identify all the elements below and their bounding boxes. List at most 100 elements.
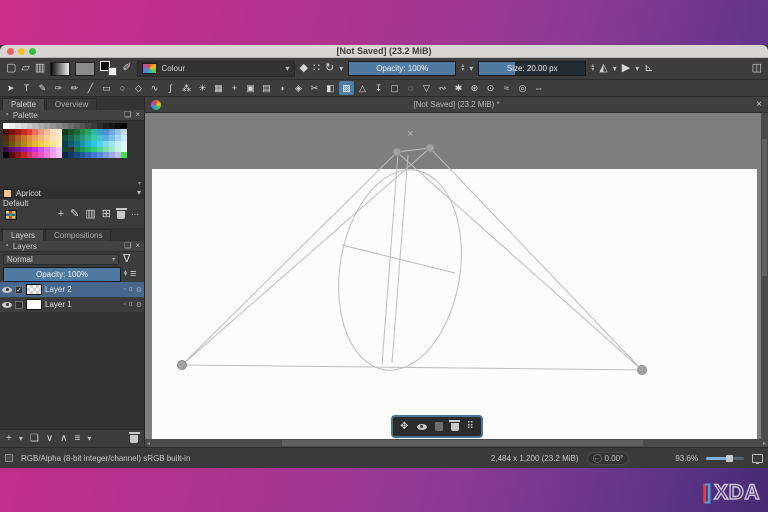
tool-line[interactable]: ╱	[83, 81, 98, 95]
docker-float-icon[interactable]: ❏	[124, 111, 131, 119]
move-layer-down-button[interactable]: ∨	[46, 433, 53, 444]
selection-display-icon[interactable]	[5, 454, 13, 462]
assistant-visibility-icon[interactable]	[416, 423, 427, 430]
add-swatch-button[interactable]: +	[58, 209, 64, 220]
add-layer-dropdown-icon[interactable]: ▾	[19, 434, 23, 443]
layer-opacity-slider[interactable]: Opacity: 100%	[3, 266, 121, 282]
vertical-scrollbar[interactable]	[761, 113, 768, 439]
tool-move[interactable]: +	[227, 81, 242, 95]
tool-smart-patch[interactable]: ✂	[307, 81, 322, 95]
duplicate-layer-button[interactable]: ❏	[30, 433, 39, 444]
assistant-delete-handle[interactable]: ×	[407, 128, 413, 140]
tool-rectangular-select[interactable]: ▢	[387, 81, 402, 95]
layer-alpha-icon[interactable]: α	[129, 301, 133, 309]
close-document-icon[interactable]: ×	[756, 99, 762, 110]
vertical-scrollbar-thumb[interactable]	[762, 139, 767, 276]
tool-calligraphy[interactable]: ✑	[51, 81, 66, 95]
canvas-rotation-control[interactable]: ← 0.00°	[586, 451, 630, 465]
tab-layers[interactable]: Layers	[2, 229, 45, 241]
save-icon[interactable]: ▥	[35, 63, 45, 74]
layer-checkbox[interactable]: ✓	[15, 285, 23, 294]
tool-dynamic-brush[interactable]: ⁂	[179, 81, 194, 95]
layer-properties-button[interactable]: ≡	[74, 433, 80, 444]
tool-polygonal-select[interactable]: ▽	[419, 81, 434, 95]
gradient-dropdown[interactable]: Colour ▾	[136, 60, 295, 77]
docker-close-icon[interactable]: ×	[135, 111, 140, 119]
chevron-down-icon[interactable]: ▾	[339, 64, 343, 73]
tool-color-sampler[interactable]: ◗	[275, 81, 290, 95]
tool-polygon[interactable]: ◇	[131, 81, 146, 95]
brush-preset-icon[interactable]: ✐	[122, 63, 131, 74]
horizontal-scrollbar-thumb[interactable]	[282, 440, 644, 446]
horizontal-scrollbar[interactable]: ◂ ▸	[145, 439, 768, 447]
layer-row-layer1[interactable]: Layer 1 ▫ α ⚙	[0, 297, 144, 312]
wraparound-icon[interactable]: ▶	[622, 63, 630, 74]
layer-opacity-spinner[interactable]: ▴ ▾	[124, 269, 127, 278]
blend-mode-dropdown[interactable]: Normal ▾	[3, 253, 119, 265]
layer-thumbnail[interactable]	[26, 299, 42, 310]
layer-visibility-icon[interactable]	[2, 301, 12, 308]
layer-list-options-icon[interactable]: ≡	[130, 268, 136, 280]
assistant-overlay[interactable]: ×	[145, 113, 761, 439]
zoom-slider[interactable]	[706, 454, 744, 462]
move-layer-up-button[interactable]: ∧	[60, 433, 67, 444]
refresh-icon[interactable]: ↻	[325, 63, 334, 74]
layer-alpha-icon[interactable]: α	[129, 286, 133, 294]
chevron-down-icon[interactable]: ▾	[469, 64, 473, 73]
tool-crop[interactable]: ▣	[243, 81, 258, 95]
spin-down-icon[interactable]: ▾	[461, 67, 464, 73]
scroll-right-icon[interactable]: ▸	[763, 440, 766, 447]
docker-lock-icon[interactable]: ◔	[4, 242, 9, 250]
canvas-viewport[interactable]: × ✥ ⠿	[145, 113, 768, 439]
workspace-chooser-icon[interactable]: ◫	[752, 63, 762, 74]
tool-transform[interactable]: ▦	[211, 81, 226, 95]
scroll-down-icon[interactable]: ▾	[137, 189, 141, 197]
properties-dropdown-icon[interactable]: ▾	[87, 434, 91, 443]
zoom-slider-handle[interactable]	[725, 454, 733, 462]
palette-view-button[interactable]: ⊞	[102, 209, 111, 220]
tool-elliptical-select[interactable]: ◌	[403, 81, 418, 95]
tool-polyline[interactable]: ∿	[147, 81, 162, 95]
assistant-floating-toolbar[interactable]: ✥ ⠿	[391, 415, 483, 438]
layer-row-layer2[interactable]: ✓ Layer 2 ▫ α ⚙	[0, 282, 144, 297]
layer-name[interactable]: Layer 1	[45, 300, 120, 309]
tool-ellipse[interactable]: ○	[115, 81, 130, 95]
brush-size-slider[interactable]: Size: 20.00 px	[478, 61, 587, 76]
overflow-menu-icon[interactable]: ⋯	[131, 210, 139, 219]
scroll-left-icon[interactable]: ◂	[147, 440, 150, 447]
snap-grid-icon[interactable]: ⠿	[467, 421, 474, 432]
fit-to-screen-icon[interactable]	[752, 453, 763, 464]
opacity-spinner[interactable]: ▴ ▾	[461, 63, 464, 73]
tool-select-shapes[interactable]: ➤	[3, 81, 18, 95]
docker-close-icon[interactable]: ×	[135, 242, 140, 250]
layer-filter-icon[interactable]: ∇	[123, 253, 130, 265]
spin-down-icon[interactable]: ▾	[124, 272, 127, 278]
add-layer-button[interactable]: +	[6, 433, 12, 444]
save-palette-button[interactable]: ▥	[85, 209, 95, 220]
scroll-down-icon[interactable]: ▾	[138, 180, 141, 187]
layer-lock-icon[interactable]: ▫	[123, 286, 125, 294]
foreground-background-colors[interactable]	[100, 61, 118, 76]
chevron-down-icon[interactable]: ▾	[635, 64, 639, 73]
tool-bezier-curve[interactable]: ∫	[163, 81, 178, 95]
pattern-chooser[interactable]	[75, 61, 96, 76]
delete-swatch-button[interactable]	[115, 208, 127, 219]
tool-contiguous-select[interactable]: ⊛	[467, 81, 482, 95]
rotation-reset-icon[interactable]: ←	[592, 453, 602, 463]
delete-layer-button[interactable]	[128, 432, 140, 443]
layer-visibility-icon[interactable]	[2, 286, 12, 293]
layer-checkbox[interactable]	[15, 300, 23, 309]
palette-docker-header[interactable]: ◔ Palette ❏ ×	[0, 110, 144, 121]
spin-down-icon[interactable]: ▾	[591, 67, 594, 73]
tool-measure[interactable]: △	[355, 81, 370, 95]
tool-reference-images[interactable]: ↧	[371, 81, 386, 95]
layer-lock-icon[interactable]: ▫	[123, 301, 125, 309]
open-document-icon[interactable]: ▱	[21, 63, 29, 74]
opacity-slider[interactable]: Opacity: 100%	[348, 61, 457, 76]
palette-chooser-icon[interactable]	[5, 209, 17, 220]
assistant-handle[interactable]	[637, 365, 647, 375]
tool-bezier-select[interactable]: ⊙	[483, 81, 498, 95]
layer-thumbnail[interactable]	[26, 284, 42, 295]
layer-name[interactable]: Layer 2	[45, 285, 120, 294]
selected-color-row[interactable]: Apricot ▾	[0, 187, 144, 199]
